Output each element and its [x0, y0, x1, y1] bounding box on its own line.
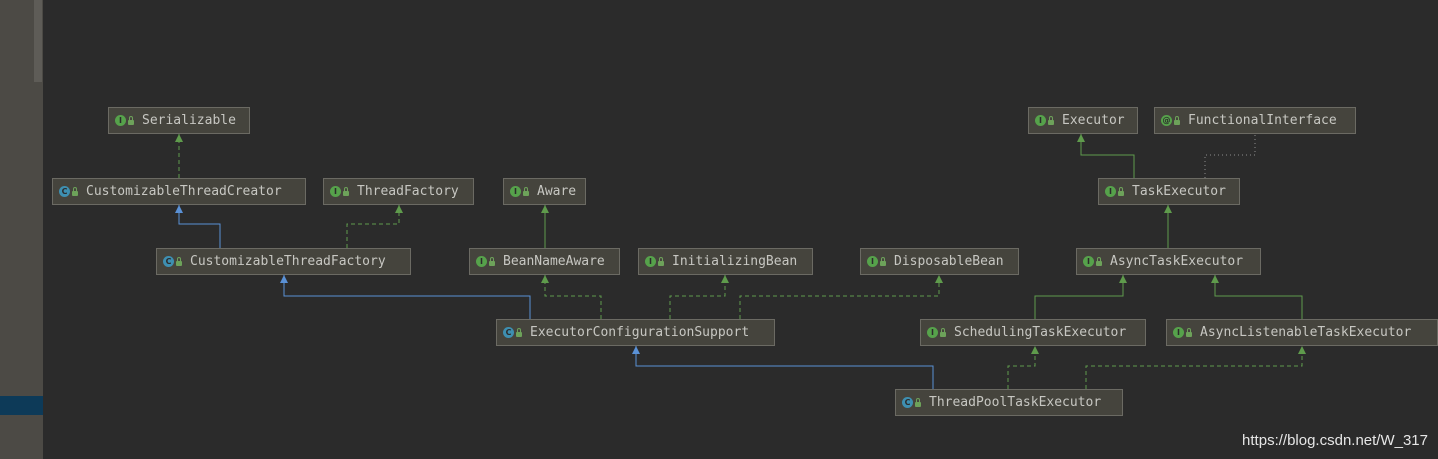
class-node-label: BeanNameAware — [503, 254, 605, 269]
visibility-public-icon — [489, 257, 495, 266]
class-node-label: ThreadFactory — [357, 184, 459, 199]
class-node-aware[interactable]: I Aware — [503, 178, 586, 205]
class-node-label: CustomizableThreadCreator — [86, 184, 282, 199]
arrowhead — [1119, 275, 1127, 283]
visibility-public-icon — [915, 398, 921, 407]
arrowhead — [632, 346, 640, 354]
edge-implements — [1007, 346, 1039, 389]
arrowhead — [175, 205, 183, 213]
class-icon: C — [59, 186, 70, 197]
class-node-label: Executor — [1062, 113, 1125, 128]
class-node-functional-interface[interactable]: @ FunctionalInterface — [1154, 107, 1356, 134]
class-node-label: ThreadPoolTaskExecutor — [929, 395, 1102, 410]
interface-icon: I — [476, 256, 487, 267]
interface-icon: I — [1083, 256, 1094, 267]
arrowhead — [935, 275, 943, 283]
diagram-edges — [175, 134, 1306, 389]
class-node-label: TaskExecutor — [1132, 184, 1226, 199]
class-node-label: Aware — [537, 184, 577, 199]
edge-implements — [346, 205, 403, 248]
interface-icon: I — [1105, 186, 1116, 197]
watermark-text: https://blog.csdn.net/W_317 — [1242, 432, 1428, 449]
class-icon: C — [902, 397, 913, 408]
interface-icon: I — [927, 327, 938, 338]
class-node-customizable-thread-factory[interactable]: C CustomizableThreadFactory — [156, 248, 411, 275]
visibility-public-icon — [880, 257, 886, 266]
edge-implements — [739, 275, 943, 319]
class-node-executor-configuration-support[interactable]: C ExecutorConfigurationSupport — [496, 319, 775, 346]
class-node-initializing-bean[interactable]: I InitializingBean — [638, 248, 813, 275]
class-node-label: AsyncListenableTaskExecutor — [1200, 325, 1412, 340]
visibility-public-icon — [72, 187, 78, 196]
class-node-label: DisposableBean — [894, 254, 1004, 269]
edge-extends — [175, 205, 221, 248]
class-icon: C — [503, 327, 514, 338]
visibility-public-icon — [1174, 116, 1180, 125]
edge-interface-extends — [1077, 134, 1135, 178]
edge-implements — [669, 275, 729, 319]
visibility-public-icon — [1096, 257, 1102, 266]
annotation-icon: @ — [1161, 115, 1172, 126]
edge-implements — [1085, 346, 1306, 389]
class-node-serializable[interactable]: I Serializable — [108, 107, 250, 134]
visibility-public-icon — [1048, 116, 1054, 125]
visibility-public-icon — [176, 257, 182, 266]
class-node-async-listenable-task-executor[interactable]: I AsyncListenableTaskExecutor — [1166, 319, 1438, 346]
class-icon: C — [163, 256, 174, 267]
interface-icon: I — [645, 256, 656, 267]
arrowhead — [541, 205, 549, 213]
arrowhead — [280, 275, 288, 283]
arrowhead — [395, 205, 403, 213]
arrowhead — [721, 275, 729, 283]
class-node-executor[interactable]: I Executor — [1028, 107, 1138, 134]
class-node-disposable-bean[interactable]: I DisposableBean — [860, 248, 1019, 275]
edge-extends — [280, 275, 531, 319]
edge-interface-extends — [1034, 275, 1127, 319]
visibility-public-icon — [523, 187, 529, 196]
edge-extends — [632, 346, 934, 389]
arrowhead — [1031, 346, 1039, 354]
arrowhead — [541, 275, 549, 283]
arrowhead — [1077, 134, 1085, 142]
edge-annotated — [1204, 134, 1256, 178]
edge-implements — [175, 134, 183, 178]
arrowhead — [1298, 346, 1306, 354]
edge-interface-extends — [1211, 275, 1303, 319]
class-node-label: CustomizableThreadFactory — [190, 254, 386, 269]
visibility-public-icon — [343, 187, 349, 196]
class-node-label: FunctionalInterface — [1188, 113, 1337, 128]
class-node-label: SchedulingTaskExecutor — [954, 325, 1127, 340]
visibility-public-icon — [516, 328, 522, 337]
edge-interface-extends — [541, 205, 549, 248]
interface-icon: I — [1035, 115, 1046, 126]
visibility-public-icon — [128, 116, 134, 125]
visibility-public-icon — [658, 257, 664, 266]
class-node-task-executor[interactable]: I TaskExecutor — [1098, 178, 1240, 205]
class-node-async-task-executor[interactable]: I AsyncTaskExecutor — [1076, 248, 1261, 275]
interface-icon: I — [510, 186, 521, 197]
class-node-label: AsyncTaskExecutor — [1110, 254, 1244, 269]
edge-interface-extends — [1164, 205, 1172, 248]
class-node-label: ExecutorConfigurationSupport — [530, 325, 750, 340]
arrowhead — [1164, 205, 1172, 213]
interface-icon: I — [330, 186, 341, 197]
class-node-thread-pool-task-executor[interactable]: C ThreadPoolTaskExecutor — [895, 389, 1123, 416]
interface-icon: I — [867, 256, 878, 267]
class-node-bean-name-aware[interactable]: I BeanNameAware — [469, 248, 620, 275]
visibility-public-icon — [940, 328, 946, 337]
class-node-thread-factory[interactable]: I ThreadFactory — [323, 178, 474, 205]
class-node-label: Serializable — [142, 113, 236, 128]
arrowhead — [1211, 275, 1219, 283]
interface-icon: I — [115, 115, 126, 126]
class-node-customizable-thread-creator[interactable]: C CustomizableThreadCreator — [52, 178, 306, 205]
visibility-public-icon — [1186, 328, 1192, 337]
visibility-public-icon — [1118, 187, 1124, 196]
interface-icon: I — [1173, 327, 1184, 338]
arrowhead — [175, 134, 183, 142]
class-node-scheduling-task-executor[interactable]: I SchedulingTaskExecutor — [920, 319, 1146, 346]
class-node-label: InitializingBean — [672, 254, 798, 269]
edge-implements — [541, 275, 602, 319]
